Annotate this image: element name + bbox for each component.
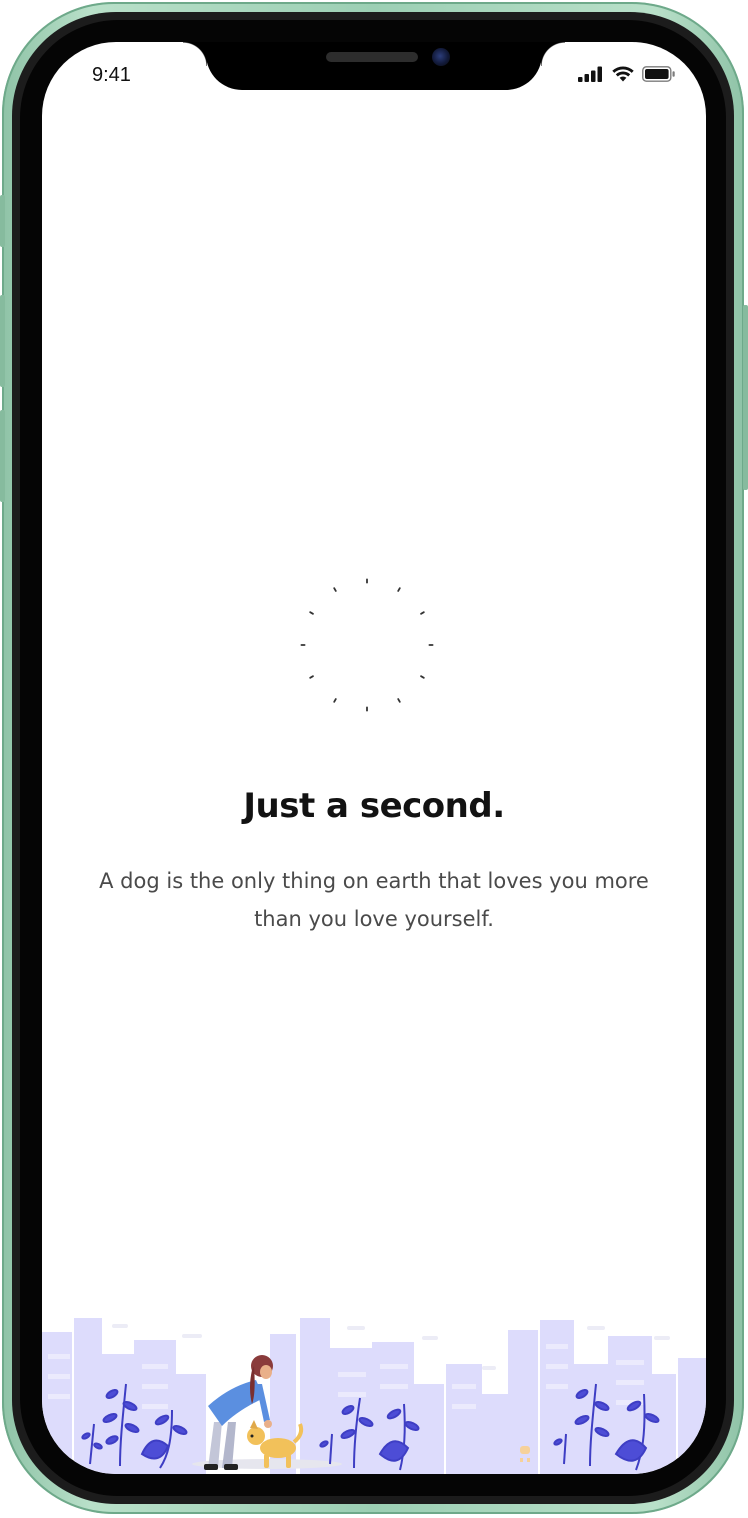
spinner-tick xyxy=(397,698,401,703)
phone-device: 9:41 Just a second. A dog is the only th… xyxy=(0,0,748,1518)
power-button xyxy=(743,305,748,490)
battery-icon xyxy=(642,66,675,82)
wifi-icon xyxy=(612,66,634,82)
spinner-tick xyxy=(309,611,314,615)
signal-icon xyxy=(578,66,602,82)
app-screen: 9:41 Just a second. A dog is the only th… xyxy=(42,42,706,1474)
spinner-tick xyxy=(397,587,401,592)
mute-switch xyxy=(0,195,5,247)
spinner-tick xyxy=(333,698,337,703)
camera-icon xyxy=(432,48,450,66)
city-dog-illustration xyxy=(42,1314,706,1474)
loading-spinner xyxy=(297,575,437,715)
spinner-tick xyxy=(333,587,337,592)
loading-message: A dog is the only thing on earth that lo… xyxy=(99,869,649,931)
notch xyxy=(183,42,565,90)
spinner-tick xyxy=(309,675,314,679)
spinner-tick xyxy=(420,675,425,679)
volume-down-button xyxy=(0,410,5,502)
status-icons xyxy=(578,66,676,82)
speaker-grille xyxy=(326,52,418,62)
volume-up-button xyxy=(0,295,5,387)
spinner-tick xyxy=(420,611,425,615)
loading-title: Just a second. xyxy=(243,786,505,826)
status-time: 9:41 xyxy=(92,64,131,86)
